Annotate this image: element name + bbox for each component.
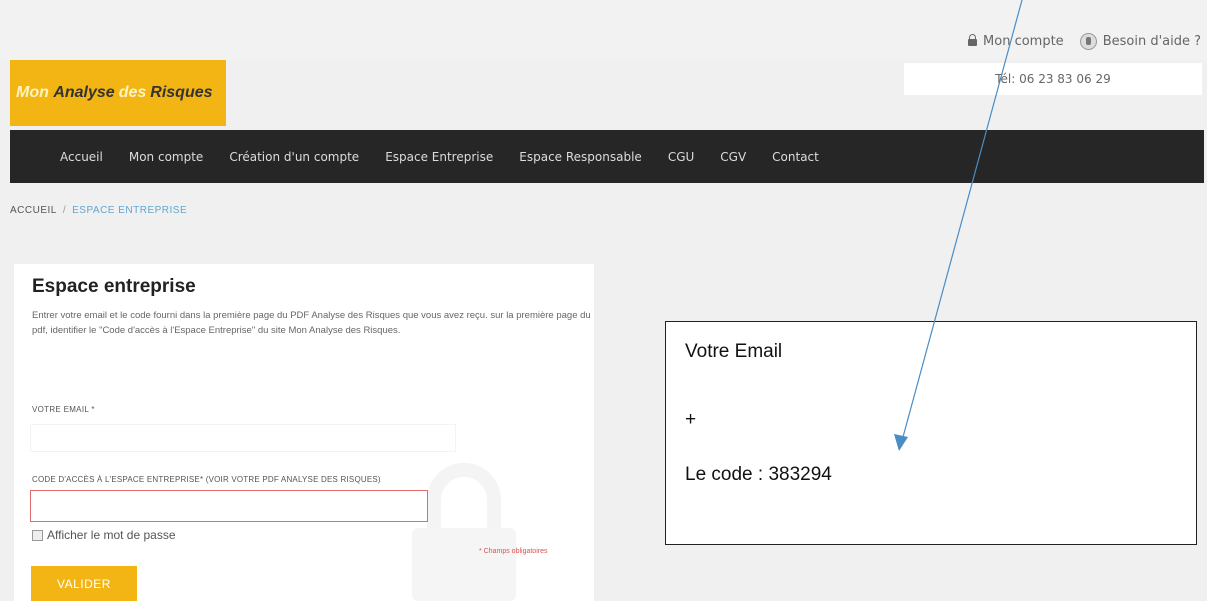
nav-item-creation-compte[interactable]: Création d'un compte [229,150,359,164]
breadcrumb-home[interactable]: ACCUEIL [10,205,57,216]
top-bar [0,0,1207,60]
show-password-toggle[interactable]: Afficher le mot de passe [32,528,176,542]
nav-item-cgu[interactable]: CGU [668,150,694,164]
form-description: Entrer votre email et le code fourni dan… [32,310,591,336]
callout-line-plus: + [685,409,697,430]
logo-word-1: Mon [16,84,49,101]
lock-icon [968,34,978,46]
instruction-callout: Votre Email + Le code : 383294 [665,321,1197,545]
nav-item-accueil[interactable]: Accueil [60,150,103,164]
email-field[interactable] [30,424,456,452]
login-card: Espace entreprise Entrer votre email et … [14,264,594,601]
breadcrumb-current: ESPACE ENTREPRISE [72,205,188,216]
submit-button[interactable]: VALIDER [31,566,137,601]
required-note: * Champs obligatoires [479,548,548,555]
nav-item-mon-compte[interactable]: Mon compte [129,150,203,164]
site-logo[interactable]: Mon Analyse des Risques [10,60,226,126]
top-links: Mon compte Besoin d'aide ? [968,33,1201,50]
show-password-label: Afficher le mot de passe [47,528,176,542]
user-icon [1079,33,1097,50]
account-link[interactable]: Mon compte [968,33,1064,50]
logo-word-2: Analyse [53,84,115,101]
help-link-label: Besoin d'aide ? [1102,34,1201,49]
code-field[interactable] [30,490,428,522]
callout-line-email: Votre Email [685,341,783,362]
show-password-checkbox[interactable] [32,529,43,541]
phone-number: Tél: 06 23 83 06 29 [904,63,1202,95]
breadcrumb-separator: / [62,205,67,216]
help-link[interactable]: Besoin d'aide ? [1079,33,1201,50]
code-label: CODE D'ACCÈS À L'ESPACE ENTREPRISE* (VOI… [32,475,381,484]
nav-item-espace-entreprise[interactable]: Espace Entreprise [385,150,493,164]
nav-item-cgv[interactable]: CGV [720,150,746,164]
breadcrumb: ACCUEIL / ESPACE ENTREPRISE [10,205,187,216]
main-nav: Accueil Mon compte Création d'un compte … [10,130,1204,183]
logo-word-3: des [118,84,147,101]
callout-line-code: Le code : 383294 [685,464,832,485]
nav-item-contact[interactable]: Contact [772,150,819,164]
logo-word-4: Risques [150,84,213,101]
padlock-watermark-icon [412,463,516,601]
page-title: Espace entreprise [32,276,196,297]
email-label: VOTRE EMAIL * [32,405,95,414]
account-link-label: Mon compte [983,34,1064,49]
nav-item-espace-responsable[interactable]: Espace Responsable [519,150,642,164]
